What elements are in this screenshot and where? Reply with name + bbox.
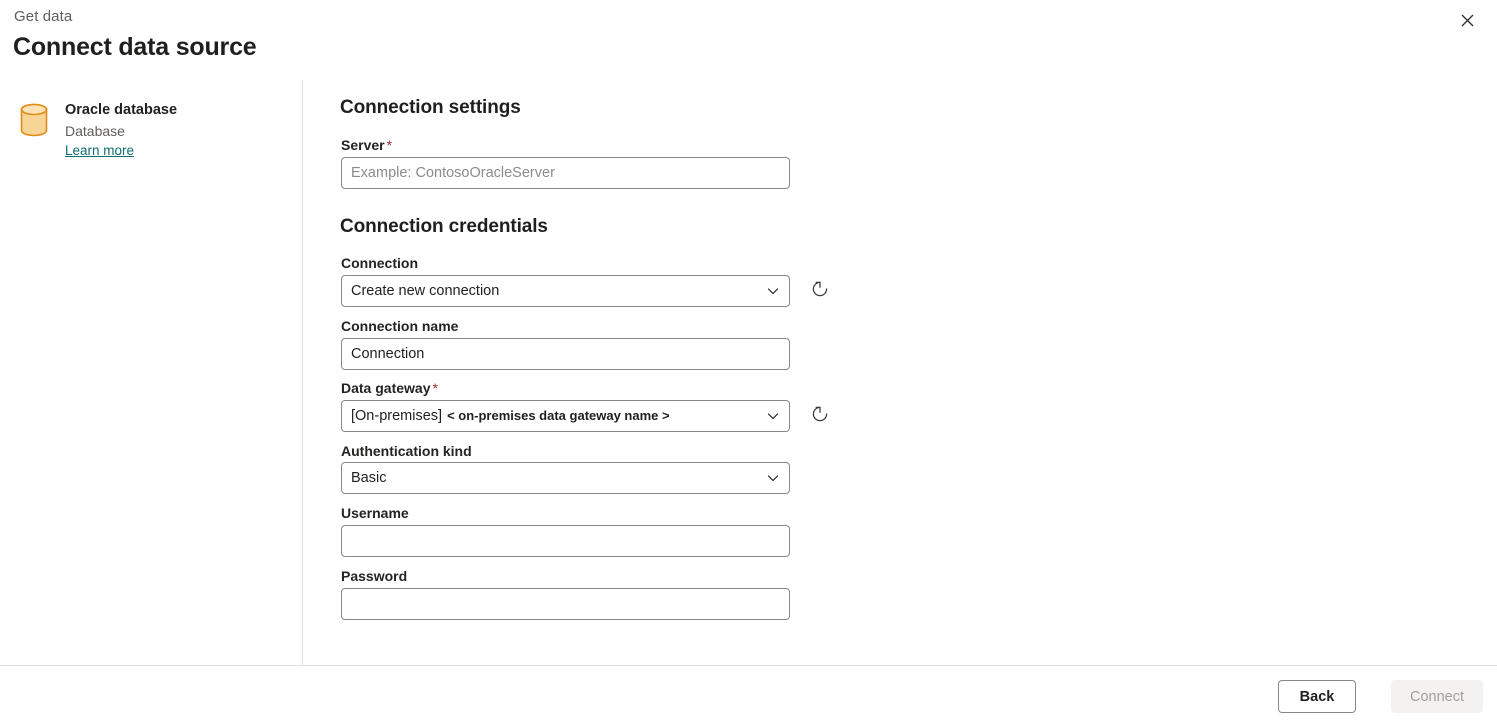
authentication-kind-label: Authentication kind [341, 443, 472, 459]
password-label: Password [341, 568, 408, 584]
breadcrumb: Get data [14, 8, 73, 25]
dialog-header: Get data Connect data source [0, 0, 1497, 80]
connection-select[interactable]: Create new connection [341, 275, 790, 307]
connection-label: Connection [341, 255, 418, 271]
refresh-data-gateway-button[interactable] [804, 399, 836, 431]
database-cylinder-icon [16, 100, 52, 140]
username-input[interactable] [341, 525, 790, 557]
refresh-icon [810, 279, 830, 302]
section-title-connection-credentials: Connection credentials [340, 216, 548, 237]
back-button[interactable]: Back [1278, 680, 1356, 713]
password-input[interactable] [341, 588, 790, 620]
learn-more-link[interactable]: Learn more [65, 143, 134, 158]
source-name: Oracle database [65, 102, 178, 118]
server-label-text: Server [341, 137, 385, 153]
data-gateway-label: Data gateway * [341, 380, 438, 396]
refresh-connection-button[interactable] [804, 274, 836, 306]
source-info-panel: Oracle database Database Learn more [0, 80, 302, 665]
required-asterisk: * [386, 137, 393, 153]
source-card: Oracle database Database Learn more [16, 100, 177, 160]
data-gateway-label-text: Data gateway [341, 380, 431, 396]
required-asterisk: * [432, 380, 438, 396]
username-label: Username [341, 505, 409, 521]
page-title: Connect data source [13, 33, 257, 61]
chevron-down-icon [766, 471, 780, 485]
connect-button[interactable]: Connect [1390, 680, 1483, 713]
data-gateway-select-value: [On-premises] < on-premises data gateway … [351, 408, 760, 424]
authentication-kind-select[interactable]: Basic [341, 462, 790, 494]
server-label: Server * [341, 137, 392, 153]
refresh-icon [810, 404, 830, 427]
authentication-kind-value: Basic [351, 470, 387, 486]
source-text: Oracle database Database Learn more [65, 100, 177, 160]
connection-name-input[interactable] [341, 338, 790, 370]
close-icon [1461, 14, 1474, 27]
chevron-down-icon [766, 284, 780, 298]
connection-name-label: Connection name [341, 318, 459, 334]
server-input[interactable] [341, 157, 790, 189]
section-title-connection-settings: Connection settings [340, 97, 521, 118]
connect-data-source-dialog: Get data Connect data source Oracle data… [0, 0, 1497, 722]
data-gateway-prefix: [On-premises] [351, 408, 443, 424]
connection-form-panel: Connection settings Server* Connection c… [303, 80, 1497, 665]
dialog-footer: Back Connect [0, 666, 1497, 722]
connection-select-value: Create new connection [351, 283, 500, 299]
chevron-down-icon [766, 409, 780, 423]
source-kind: Database [65, 123, 125, 139]
dialog-body: Oracle database Database Learn more Conn… [0, 80, 1497, 665]
close-button[interactable] [1451, 4, 1483, 36]
data-gateway-select[interactable]: [On-premises] < on-premises data gateway … [341, 400, 790, 432]
data-gateway-name: < on-premises data gateway name > [447, 408, 670, 423]
